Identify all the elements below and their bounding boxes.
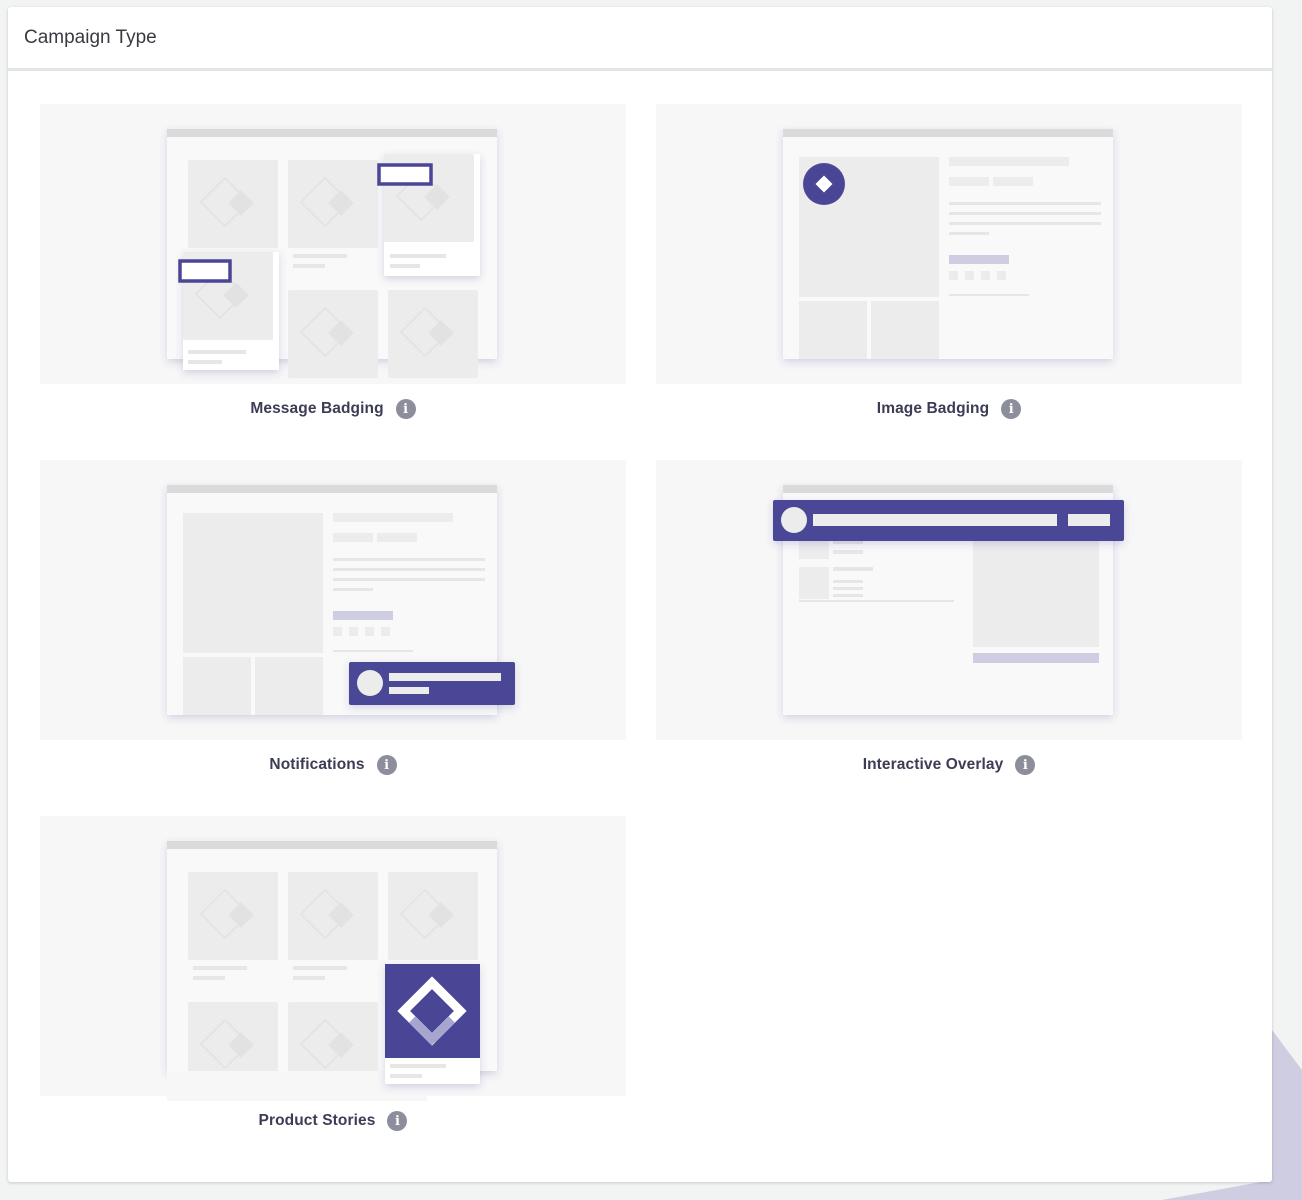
card-label-row: Notifications i [40,740,626,790]
product-stories-label: Product Stories [258,1112,376,1129]
info-icon[interactable]: i [1001,399,1022,419]
info-icon[interactable]: i [376,755,397,775]
product-stories-preview [40,816,626,1101]
message-badging-preview [40,104,626,384]
product-stories-illustration [167,841,497,1101]
info-icon[interactable]: i [387,1111,408,1131]
campaign-card-image-badging[interactable]: Image Badging i [656,104,1242,434]
notifications-preview [40,460,626,740]
card-label-row: Interactive Overlay i [656,740,1242,790]
campaign-card-interactive-overlay[interactable]: Interactive Overlay i [656,460,1242,790]
image-badging-illustration [783,129,1113,359]
message-badging-illustration [167,129,497,379]
campaign-card-notifications[interactable]: Notifications i [40,460,626,790]
card-label-row: Message Badging i [40,384,626,434]
info-icon[interactable]: i [1015,755,1036,775]
message-badging-label: Message Badging [250,400,384,417]
interactive-overlay-label: Interactive Overlay [862,756,1004,773]
campaign-card-product-stories[interactable]: Product Stories i [40,816,626,1146]
interactive-overlay-preview [656,460,1242,740]
image-badging-label: Image Badging [876,400,990,417]
interactive-overlay-illustration [773,485,1124,715]
card-label-row: Image Badging i [656,384,1242,434]
card-label-row: Product Stories i [40,1096,626,1146]
notifications-label: Notifications [269,756,365,773]
campaign-type-panel: Campaign Type Message Badging i Image Ba… [8,7,1272,1182]
panel-header: Campaign Type [8,7,1272,71]
campaign-card-message-badging[interactable]: Message Badging i [40,104,626,434]
panel-title: Campaign Type [24,26,157,48]
image-badging-preview [656,104,1242,384]
info-icon[interactable]: i [395,399,416,419]
notifications-illustration [167,485,515,715]
